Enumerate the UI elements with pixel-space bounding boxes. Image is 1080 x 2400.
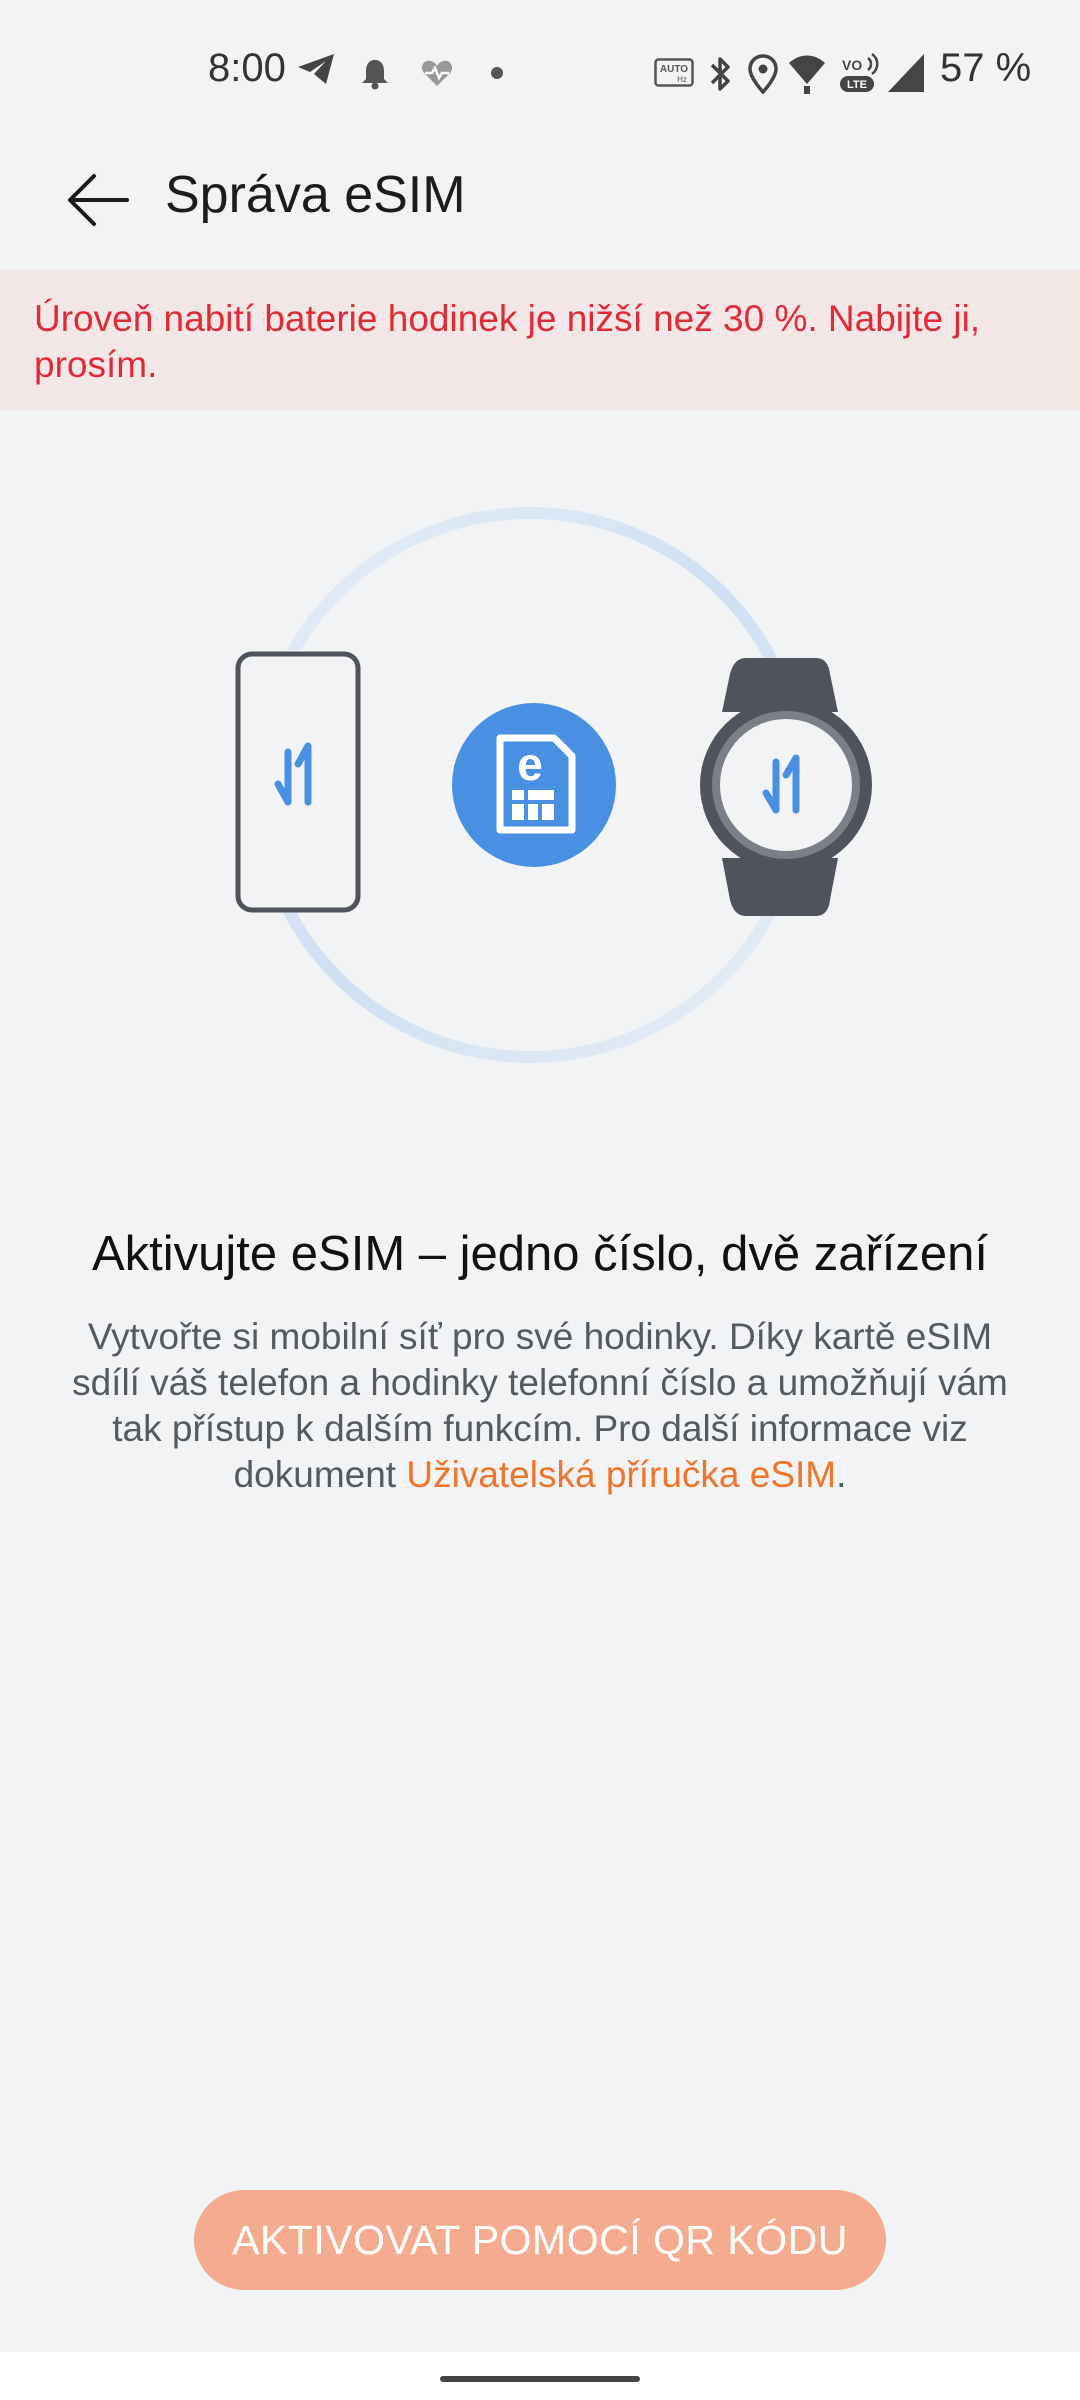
bluetooth-icon [706,54,734,99]
activation-headline: Aktivujte eSIM – jedno číslo, dvě zaříze… [91,1227,989,1281]
svg-text:AUTO: AUTO [660,64,688,75]
battery-percent: 57 % [940,46,1032,90]
volte-icon: VO LTE [838,52,882,99]
phone-icon [228,650,361,913]
svg-text:LTE: LTE [847,79,867,91]
status-time: 8:00 [208,46,286,90]
battery-warning-text: Úroveň nabití baterie hodinek je nižší n… [34,298,981,385]
home-indicator[interactable] [440,2376,640,2382]
location-icon [748,54,778,99]
page-title: Správa eSIM [165,166,466,224]
status-bar: 8:00 AUTO Hz VO LTE 57 % [0,0,1080,150]
esim-guide-link[interactable]: Uživatelská příručka eSIM [406,1454,836,1495]
activation-description: Vytvořte si mobilní síť pro své hodinky.… [60,1314,1020,1498]
heart-rate-icon [420,58,454,93]
dot-icon [490,66,504,85]
back-button[interactable] [58,162,138,242]
auto-hz-icon: AUTO Hz [654,58,694,95]
bell-icon [360,58,390,95]
signal-icon [886,52,926,99]
wifi-icon [788,54,826,99]
esim-illustration: e [0,480,1080,1080]
app-bar: Správa eSIM [0,140,1080,270]
telegram-icon [296,52,336,91]
svg-text:VO: VO [842,57,862,73]
watch-icon [700,658,872,916]
battery-warning-banner: Úroveň nabití baterie hodinek je nižší n… [0,270,1080,410]
arrow-left-icon [67,173,129,232]
activate-qr-button[interactable]: AKTIVOVAT POMOCÍ QR KÓDU [194,2190,886,2290]
description-end: . [836,1454,847,1495]
esim-icon: e [452,703,616,867]
svg-text:e: e [517,738,543,790]
svg-text:Hz: Hz [677,75,687,84]
